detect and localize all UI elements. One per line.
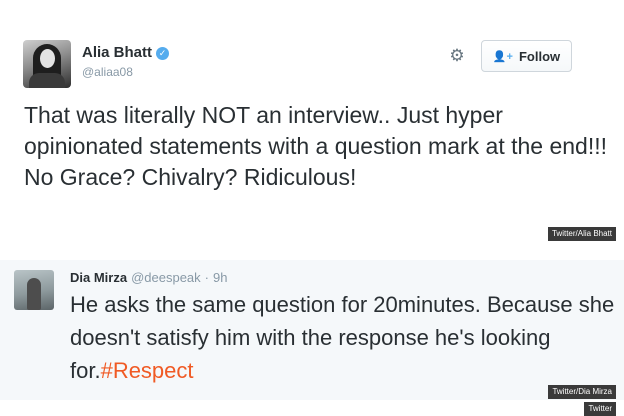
add-user-icon: 👤+ — [492, 50, 513, 63]
user-name[interactable]: Alia Bhatt ✓ — [82, 44, 170, 61]
tweet-text: He asks the same question for 20minutes.… — [70, 288, 620, 387]
image-credit-label: Twitter/Alia Bhatt — [547, 227, 616, 241]
avatar-body — [29, 73, 65, 88]
avatar[interactable] — [23, 40, 71, 88]
image-credit-label: Twitter/Dia Mirza — [548, 385, 616, 399]
follow-label: Follow — [518, 48, 561, 64]
verified-badge-icon: ✓ — [156, 47, 170, 60]
avatar[interactable] — [14, 270, 54, 310]
image-source-credit: Twitter — [584, 402, 616, 416]
user-handle[interactable]: @aliaa08 — [82, 65, 133, 79]
user-name[interactable]: Dia Mirza — [70, 270, 127, 285]
user-line: Dia Mirza @deespeak · 9h — [70, 270, 227, 285]
avatar-face — [40, 49, 55, 68]
separator: · — [204, 270, 209, 285]
user-name-text[interactable]: Alia Bhatt — [82, 44, 152, 61]
timestamp[interactable]: 9h — [213, 270, 227, 285]
hashtag-link[interactable]: #Respect — [101, 358, 194, 383]
tweet-dia-mirza: Dia Mirza @deespeak · 9h He asks the same q… — [0, 260, 624, 400]
user-handle[interactable]: @deespeak — [131, 270, 201, 285]
gear-icon[interactable]: ⚙ — [448, 47, 466, 65]
tweet-text: That was literally NOT an interview.. Ju… — [24, 102, 608, 190]
follow-button[interactable]: 👤+ Follow — [481, 40, 572, 72]
avatar-figure — [27, 278, 41, 310]
tweet-alia-bhatt: Alia Bhatt ✓ @aliaa08 ⚙ 👤+ Follow That wa… — [0, 0, 624, 250]
